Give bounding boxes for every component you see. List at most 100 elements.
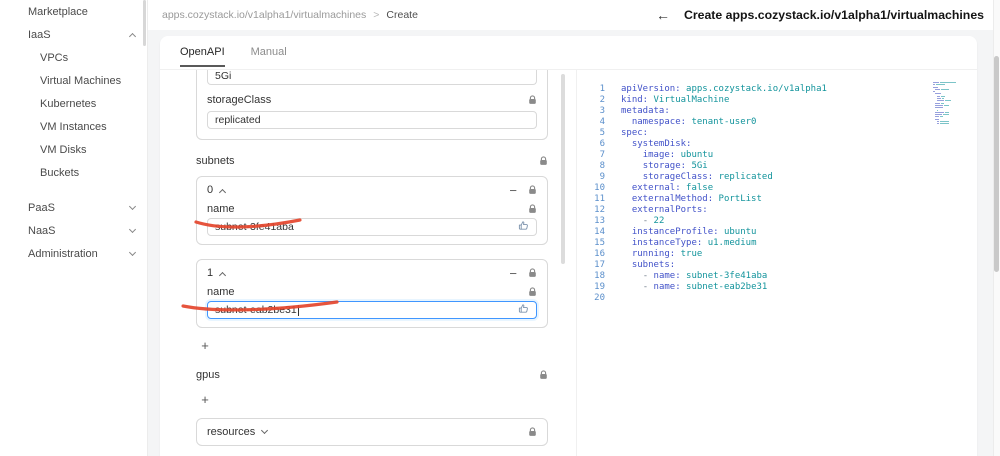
sidebar-item-label: PaaS	[28, 201, 55, 214]
storage-value: 5Gi	[215, 70, 232, 82]
chevron-down-icon	[128, 225, 137, 233]
gpus-label: gpus	[196, 369, 220, 381]
sidebar-item-vm-instances[interactable]: VM Instances	[0, 115, 147, 138]
storageclass-label: storageClass	[207, 94, 272, 106]
line-number: 20	[594, 293, 605, 303]
code-line: 17 subnets:	[577, 260, 977, 271]
sidebar-item-buckets[interactable]: Buckets	[0, 161, 147, 184]
code-line: 19 - name: subnet-eab2be31	[577, 282, 977, 293]
subnet-1-name-input[interactable]: subnet-eab2be31	[207, 301, 537, 319]
line-number: 8	[599, 161, 605, 171]
code-line: 4 namespace: tenant-user0	[577, 117, 977, 128]
yaml-editor[interactable]: 1 apiVersion: apps.cozystack.io/v1alpha1 2…	[576, 70, 977, 456]
form-scrollbar-thumb[interactable]	[561, 74, 565, 264]
subnets-label: subnets	[196, 155, 235, 167]
sidebar-item-iaas[interactable]: IaaS	[0, 23, 147, 46]
subnet-item-0-card: 0 − name subnet-3fe41aba	[196, 176, 548, 245]
page-title: Create apps.cozystack.io/v1alpha1/virtua…	[683, 8, 984, 22]
sidebar-item-label: NaaS	[28, 224, 56, 237]
code-line: 8 storage: 5Gi	[577, 161, 977, 172]
line-number: 9	[599, 172, 605, 182]
resources-card[interactable]: resources	[196, 418, 548, 446]
code-line: 13 - 22	[577, 216, 977, 227]
sidebar-item-kubernetes[interactable]: Kubernetes	[0, 92, 147, 115]
sidebar-item-label: VM Disks	[40, 143, 87, 156]
subnets-section-label: subnets	[196, 154, 548, 168]
code-line: 9 storageClass: replicated	[577, 172, 977, 183]
sidebar-item-virtual-machines[interactable]: Virtual Machines	[0, 69, 147, 92]
code-line: 5 spec:	[577, 128, 977, 139]
sidebar-item-marketplace[interactable]: Marketplace	[0, 0, 147, 23]
sidebar-item-paas[interactable]: PaaS	[0, 196, 147, 219]
line-number: 13	[594, 216, 605, 226]
subnet-1-name-value: subnet-eab2be31	[215, 304, 297, 316]
remove-item-icon[interactable]: −	[509, 184, 517, 197]
subnet-0-name-label: name	[207, 202, 235, 215]
lock-icon[interactable]	[539, 370, 548, 380]
subnet-1-name-label: name	[207, 285, 235, 298]
system-disk-card: 5Gi storageClass replicated	[196, 70, 548, 140]
code-line: 20	[577, 293, 977, 304]
lock-icon[interactable]	[528, 203, 537, 214]
sidebar-item-naas[interactable]: NaaS	[0, 219, 147, 242]
openapi-form: 5Gi storageClass replicated subnets 0 −	[196, 70, 548, 456]
storageclass-value: replicated	[215, 114, 261, 126]
sidebar-item-label: Administration	[28, 247, 98, 260]
chevron-down-icon	[128, 248, 137, 256]
text-cursor	[297, 304, 299, 316]
code-line: 2 kind: VirtualMachine	[577, 95, 977, 106]
tab-manual[interactable]: Manual	[251, 46, 287, 67]
lock-icon[interactable]	[528, 427, 537, 437]
add-subnet-button[interactable]: +	[198, 338, 212, 354]
sidebar-item-label: IaaS	[28, 28, 51, 41]
line-number: 3	[599, 106, 605, 116]
line-number: 10	[594, 183, 605, 193]
line-number: 14	[594, 227, 605, 237]
code-line: 18 - name: subnet-3fe41aba	[577, 271, 977, 282]
storageclass-input[interactable]: replicated	[207, 111, 537, 129]
sidebar-item-vm-disks[interactable]: VM Disks	[0, 138, 147, 161]
editor-minimap[interactable]	[933, 82, 961, 128]
breadcrumb-path[interactable]: apps.cozystack.io/v1alpha1/virtualmachin…	[162, 9, 366, 21]
lock-icon[interactable]	[528, 185, 537, 195]
code-line: 11 externalMethod: PortList	[577, 194, 977, 205]
lock-icon[interactable]	[528, 268, 537, 278]
subnet-1-index: 1	[207, 267, 214, 279]
storage-input[interactable]: 5Gi	[207, 70, 537, 85]
editor-tabs: OpenAPI Manual	[180, 46, 287, 67]
sidebar-item-label: Marketplace	[28, 5, 88, 18]
back-arrow-icon[interactable]: ←	[656, 8, 670, 22]
line-number: 11	[594, 194, 605, 204]
page-scrollbar-thumb[interactable]	[994, 56, 999, 272]
sidebar-scrollbar-thumb[interactable]	[143, 0, 146, 46]
sidebar-item-vpcs[interactable]: VPCs	[0, 46, 147, 69]
top-header: apps.cozystack.io/v1alpha1/virtualmachin…	[148, 0, 1000, 30]
chevron-up-icon	[128, 32, 137, 40]
sidebar-item-label: Buckets	[40, 166, 80, 179]
sidebar-item-administration[interactable]: Administration	[0, 242, 147, 265]
line-number: 18	[594, 271, 605, 281]
subnet-item-1-card: 1 − name subnet-eab2be31	[196, 259, 548, 328]
code-line: 6 systemDisk:	[577, 139, 977, 150]
collapse-chevron-icon[interactable]	[219, 188, 227, 196]
lock-icon[interactable]	[528, 286, 537, 297]
thumbs-up-icon[interactable]	[518, 220, 529, 234]
line-number: 5	[599, 128, 605, 138]
line-number: 12	[594, 205, 605, 215]
code-line: 7 image: ubuntu	[577, 150, 977, 161]
code-line: 10 external: false	[577, 183, 977, 194]
subnet-0-name-input[interactable]: subnet-3fe41aba	[207, 218, 537, 236]
line-number: 7	[599, 150, 605, 160]
tab-openapi[interactable]: OpenAPI	[180, 46, 225, 67]
code-line: 3 metadata:	[577, 106, 977, 117]
lock-icon[interactable]	[539, 156, 548, 166]
add-gpu-button[interactable]: +	[198, 392, 212, 408]
code-line: 16 running: true	[577, 249, 977, 260]
collapse-chevron-icon[interactable]	[219, 271, 227, 279]
chevron-down-icon	[261, 426, 269, 435]
thumbs-up-icon[interactable]	[518, 303, 529, 317]
line-number: 2	[599, 95, 605, 105]
remove-item-icon[interactable]: −	[509, 267, 517, 280]
main-panel: OpenAPI Manual 5Gi storageClass replicat…	[160, 36, 977, 456]
lock-icon[interactable]	[528, 95, 537, 105]
